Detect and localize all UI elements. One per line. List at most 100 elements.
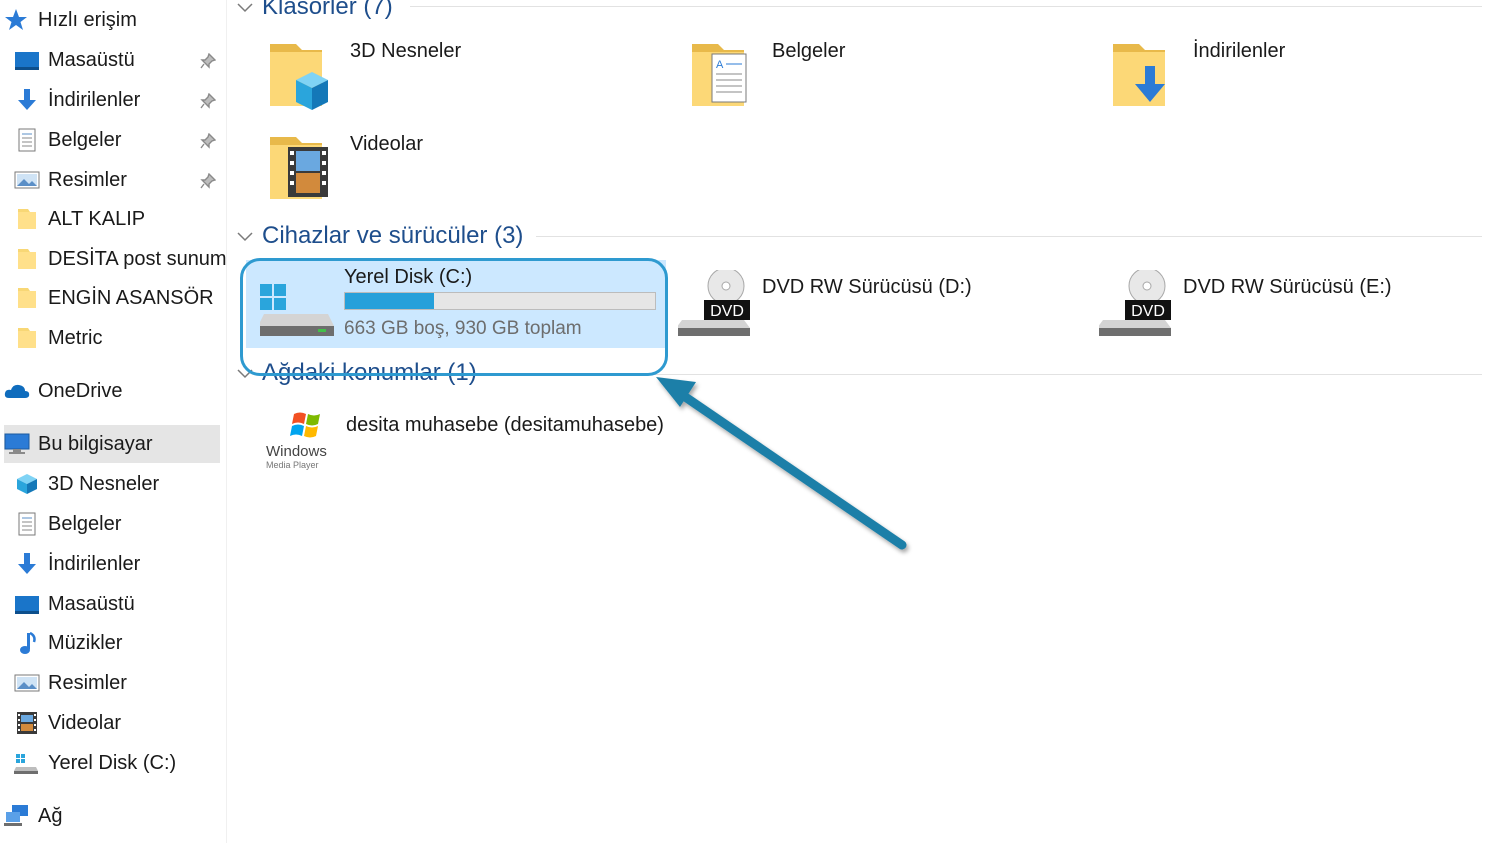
pin-icon[interactable] [200,172,217,189]
nav-item-label: Metric [48,326,103,349]
folder-tile-label: Belgeler [772,40,846,62]
section-header-folders[interactable]: Klasörler (7) [236,0,393,22]
folder-icon [14,286,40,310]
computer-icon [4,432,30,456]
nav-item-desktop[interactable]: Masaüstü [4,585,220,623]
nav-item-folder-desita[interactable]: DESİTA post sunum [4,240,227,278]
nav-item-label: DESİTA post sunum [48,247,227,270]
nav-network[interactable]: Ağ [4,797,220,835]
folder-tile-videos[interactable]: Videolar [266,133,423,205]
dvd-drive-icon: DVD [1097,267,1171,342]
nav-item-label: Belgeler [48,512,122,535]
nav-item-folder-engin[interactable]: ENGİN ASANSÖR [4,279,220,317]
network-icon [4,804,30,828]
nav-network-label: Ağ [38,804,63,827]
content-pane: Klasörler (7) 3D Nesneler A Belgeler İnd… [226,0,1492,843]
nav-onedrive-label: OneDrive [38,379,123,402]
nav-item-documents-quick[interactable]: Belgeler [4,121,220,159]
nav-item-folder-metric[interactable]: Metric [4,319,220,357]
nav-item-label: ENGİN ASANSÖR [48,286,214,309]
pictures-icon [14,168,40,192]
nav-item-label: Resimler [48,671,127,694]
folder-icon [14,247,40,271]
music-icon [14,631,40,655]
nav-item-label: 3D Nesneler [48,472,160,495]
section-title: Cihazlar ve sürücüler (3) [262,222,524,249]
pictures-icon [14,671,40,695]
folder-tile-label: Videolar [350,133,424,155]
nav-item-local-disk[interactable]: Yerel Disk (C:) [4,744,220,782]
downloads-folder-icon [1109,40,1181,112]
folder-icon [14,326,40,350]
nav-item-3d-objects[interactable]: 3D Nesneler [4,465,220,503]
nav-item-folder-alt-kalip[interactable]: ALT KALIP [4,200,220,238]
drive-label: DVD RW Sürücüsü (E:) [1183,276,1392,298]
nav-item-pictures-quick[interactable]: Resimler [4,161,220,199]
nav-this-pc[interactable]: Bu bilgisayar [4,425,220,463]
nav-item-label: ALT KALIP [48,207,146,230]
cloud-icon [4,379,30,403]
nav-item-label: Masaüstü [48,592,135,615]
section-header-devices[interactable]: Cihazlar ve sürücüler (3) [236,221,523,251]
3d-objects-folder-icon [266,40,338,112]
pin-icon[interactable] [200,132,217,149]
nav-item-documents[interactable]: Belgeler [4,505,220,543]
nav-item-downloads-quick[interactable]: İndirilenler [4,81,220,119]
folder-tile-3d-objects[interactable]: 3D Nesneler [266,40,461,112]
chevron-down-icon [237,232,253,242]
desktop-icon [14,592,40,616]
network-location-tile[interactable]: Windows Media Player desita muhasebe (de… [262,408,664,480]
videos-folder-icon [266,133,338,205]
local-disk-icon [14,751,40,775]
nav-item-videos[interactable]: Videolar [4,704,220,742]
nav-this-pc-label: Bu bilgisayar [38,432,153,455]
nav-item-label: Belgeler [48,128,122,151]
section-divider [410,6,1482,7]
nav-item-label: Resimler [48,168,127,191]
folder-icon [14,207,40,231]
desktop-icon [14,48,40,72]
drive-tile-dvd-e[interactable]: DVD DVD RW Sürücüsü (E:) [1097,267,1392,342]
pin-icon[interactable] [200,92,217,109]
chevron-down-icon [237,3,253,13]
nav-item-label: İndirilenler [48,552,141,575]
drive-tile-dvd-d[interactable]: DVD DVD RW Sürücüsü (D:) [676,267,972,342]
navigation-pane: Hızlı erişim Masaüstü İndirilenler Belge… [0,0,227,843]
pin-icon[interactable] [200,52,217,69]
folder-tile-label: İndirilenler [1193,40,1286,62]
highlight-circle-annotation [240,258,668,376]
videos-icon [14,711,40,735]
documents-icon [14,128,40,152]
documents-folder-icon: A [688,40,760,112]
windows-media-player-icon: Windows Media Player [262,408,334,480]
documents-icon [14,512,40,536]
nav-item-label: Masaüstü [48,48,135,71]
nav-item-label: İndirilenler [48,88,141,111]
nav-item-downloads[interactable]: İndirilenler [4,545,220,583]
folder-tile-downloads[interactable]: İndirilenler [1109,40,1285,112]
folder-tile-documents[interactable]: A Belgeler [688,40,845,112]
nav-item-label: Videolar [48,711,122,734]
star-icon [4,8,30,32]
section-divider [536,236,1482,237]
section-title: Klasörler (7) [262,0,393,20]
nav-item-label: Müzikler [48,631,123,654]
logo-text: Windows [266,443,327,460]
download-icon [14,552,40,576]
network-location-label: desita muhasebe (desitamuhasebe) [346,414,664,436]
nav-quick-access[interactable]: Hızlı erişim [4,1,220,39]
nav-item-music[interactable]: Müzikler [4,624,220,662]
3d-objects-icon [14,472,40,496]
logo-subtext: Media Player [266,460,319,470]
nav-onedrive[interactable]: OneDrive [4,372,220,410]
download-icon [14,88,40,112]
dvd-badge: DVD [710,303,744,320]
nav-quick-access-label: Hızlı erişim [38,8,137,31]
dvd-drive-icon: DVD [676,267,750,342]
drive-label: DVD RW Sürücüsü (D:) [762,276,972,298]
svg-text:A: A [716,59,724,71]
nav-item-pictures[interactable]: Resimler [4,664,220,702]
nav-item-desktop-quick[interactable]: Masaüstü [4,41,220,79]
folder-tile-label: 3D Nesneler [350,40,462,62]
nav-item-label: Yerel Disk (C:) [48,751,177,774]
